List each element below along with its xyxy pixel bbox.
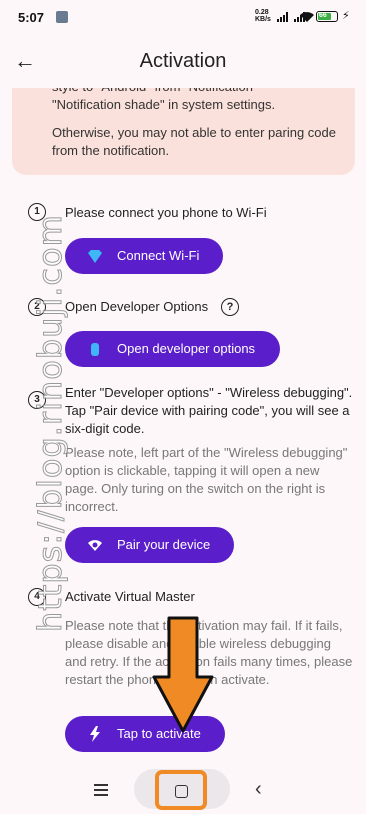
hd-signal-icon (277, 12, 288, 22)
wifi-link-icon (88, 540, 102, 551)
app-bar: ← Activation (0, 36, 366, 88)
orange-arrow-annotation (152, 616, 214, 733)
pair-device-button[interactable]: Pair your device (65, 527, 234, 563)
developer-mode-icon (56, 11, 68, 23)
home-highlight-annotation (155, 770, 207, 810)
nav-back-icon[interactable]: ‹ (255, 778, 262, 801)
lightning-icon (90, 726, 100, 742)
step-title: Activate Virtual Master (65, 589, 195, 604)
recent-apps-icon[interactable] (94, 784, 108, 799)
network-speed: 0.28 KB/s (255, 9, 271, 23)
status-time: 5:07 (18, 10, 45, 25)
developer-options-icon (91, 343, 99, 356)
warning-text-2: Otherwise, you may not able to enter par… (52, 125, 336, 158)
status-bar: 5:07 0.28 KB/s 66 ⚡ (0, 0, 366, 36)
watermark: https://blog.rinobuji.com (31, 214, 70, 633)
step-title: Open Developer Options (65, 299, 209, 314)
battery-icon: 66 (316, 11, 338, 22)
step-note: Please note, left part of the "Wireless … (65, 445, 348, 514)
help-icon[interactable]: ? (221, 298, 239, 316)
step-title: Enter "Developer options" - "Wireless de… (65, 385, 353, 436)
wifi-icon (300, 12, 314, 22)
connect-wifi-button[interactable]: Connect Wi-Fi (65, 238, 223, 274)
open-developer-options-button[interactable]: Open developer options (65, 331, 280, 367)
wifi-diamond-icon (88, 250, 102, 263)
charging-icon: ⚡ (342, 10, 350, 22)
step-title: Please connect you phone to Wi-Fi (65, 205, 267, 220)
page-title: Activation (139, 50, 227, 72)
